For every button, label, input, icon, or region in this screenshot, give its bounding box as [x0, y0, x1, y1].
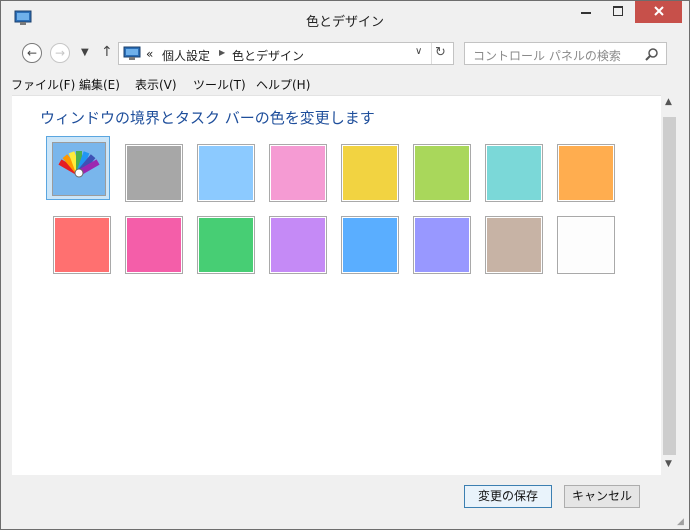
swatch-fill: [559, 146, 613, 200]
color-swatch-lime[interactable]: [413, 144, 471, 202]
color-swatch-blue[interactable]: [341, 216, 399, 274]
swatch-fill: [127, 218, 181, 272]
close-button[interactable]: [635, 1, 682, 23]
breadcrumb-item[interactable]: 個人設定: [162, 47, 210, 64]
color-swatch-violet[interactable]: [269, 216, 327, 274]
swatch-fill: [343, 146, 397, 200]
color-swatch-magenta[interactable]: [125, 216, 183, 274]
up-level-icon[interactable]: ↑: [101, 44, 113, 60]
color-swatch-teal[interactable]: [485, 144, 543, 202]
color-swatch-green[interactable]: [197, 216, 255, 274]
search-placeholder: コントロール パネルの検索: [473, 49, 621, 63]
minimize-button[interactable]: [570, 1, 602, 23]
address-bar[interactable]: « 個人設定 ▶ 色とデザイン ∨ ↻: [118, 42, 454, 65]
swatch-fill: [559, 218, 613, 272]
search-icon[interactable]: [645, 47, 659, 61]
swatch-fill: [415, 146, 469, 200]
color-swatch-orange[interactable]: [557, 144, 615, 202]
menu-edit[interactable]: 編集(E): [79, 76, 120, 93]
back-button[interactable]: ←: [22, 43, 42, 63]
swatch-fill: [199, 218, 253, 272]
color-swatch-gray[interactable]: [125, 144, 183, 202]
swatch-fill: [487, 146, 541, 200]
breadcrumb-separator-icon[interactable]: ▶: [219, 48, 225, 57]
forward-button[interactable]: →: [50, 43, 70, 63]
swatch-fill: [127, 146, 181, 200]
color-swatch-white[interactable]: [557, 216, 615, 274]
footer: 変更の保存 キャンセル: [1, 475, 689, 529]
maximize-icon: [613, 5, 623, 19]
color-swatch-red[interactable]: [53, 216, 111, 274]
cancel-button[interactable]: キャンセル: [564, 485, 640, 508]
color-swatch-pink[interactable]: [269, 144, 327, 202]
color-swatch-taupe[interactable]: [485, 216, 543, 274]
swatch-fill: [415, 218, 469, 272]
address-divider: [431, 43, 432, 64]
menu-help[interactable]: ヘルプ(H): [256, 76, 310, 93]
save-changes-button[interactable]: 変更の保存: [464, 485, 552, 508]
address-dropdown-icon[interactable]: ∨: [415, 46, 422, 57]
automatic-color-icon: [52, 142, 106, 196]
menu-tools[interactable]: ツール(T): [193, 76, 246, 93]
scroll-thumb[interactable]: [663, 117, 676, 455]
vertical-scrollbar[interactable]: ▲ ▼: [661, 95, 678, 475]
navigation-bar: ← → ▼ ↑ « 個人設定 ▶ 色とデザイン ∨ ↻ コントロール パネルの検: [1, 35, 689, 73]
menu-file[interactable]: ファイル(F): [11, 76, 75, 93]
address-overflow-chevron[interactable]: «: [146, 47, 153, 61]
swatch-fill: [271, 146, 325, 200]
resize-grip-icon[interactable]: ◢: [677, 517, 684, 527]
menu-bar: ファイル(F) 編集(E) 表示(V) ツール(T) ヘルプ(H): [1, 73, 689, 94]
color-swatch-yellow[interactable]: [341, 144, 399, 202]
swatch-fill: [199, 146, 253, 200]
refresh-icon[interactable]: ↻: [435, 45, 446, 60]
title-bar: 色とデザイン: [1, 1, 689, 35]
content-area: ウィンドウの境界とタスク バーの色を変更します: [12, 95, 661, 475]
maximize-button[interactable]: [602, 1, 634, 23]
control-panel-icon: [123, 46, 141, 61]
breadcrumb-item[interactable]: 色とデザイン: [232, 47, 304, 64]
swatch-fill: [271, 218, 325, 272]
swatch-fill: [487, 218, 541, 272]
swatch-fill: [343, 218, 397, 272]
scroll-down-icon[interactable]: ▼: [665, 459, 672, 469]
minimize-icon: [581, 5, 591, 19]
swatch-fill: [55, 218, 109, 272]
page-heading: ウィンドウの境界とタスク バーの色を変更します: [40, 109, 375, 127]
menu-view[interactable]: 表示(V): [135, 76, 177, 93]
scroll-up-icon[interactable]: ▲: [665, 97, 672, 107]
window: 色とデザイン ← → ▼ ↑ « 個人設定 ▶ 色とデザイン ∨ ↻ コントロー…: [0, 0, 690, 530]
back-arrow-icon: ←: [26, 46, 38, 60]
color-swatch-sky[interactable]: [197, 144, 255, 202]
recent-locations-chevron-icon[interactable]: ▼: [81, 47, 89, 58]
color-swatch-automatic[interactable]: [46, 136, 110, 200]
close-icon: [653, 5, 664, 19]
color-swatch-periwinkle[interactable]: [413, 216, 471, 274]
forward-arrow-icon: →: [54, 46, 66, 60]
search-input[interactable]: コントロール パネルの検索: [464, 42, 667, 65]
